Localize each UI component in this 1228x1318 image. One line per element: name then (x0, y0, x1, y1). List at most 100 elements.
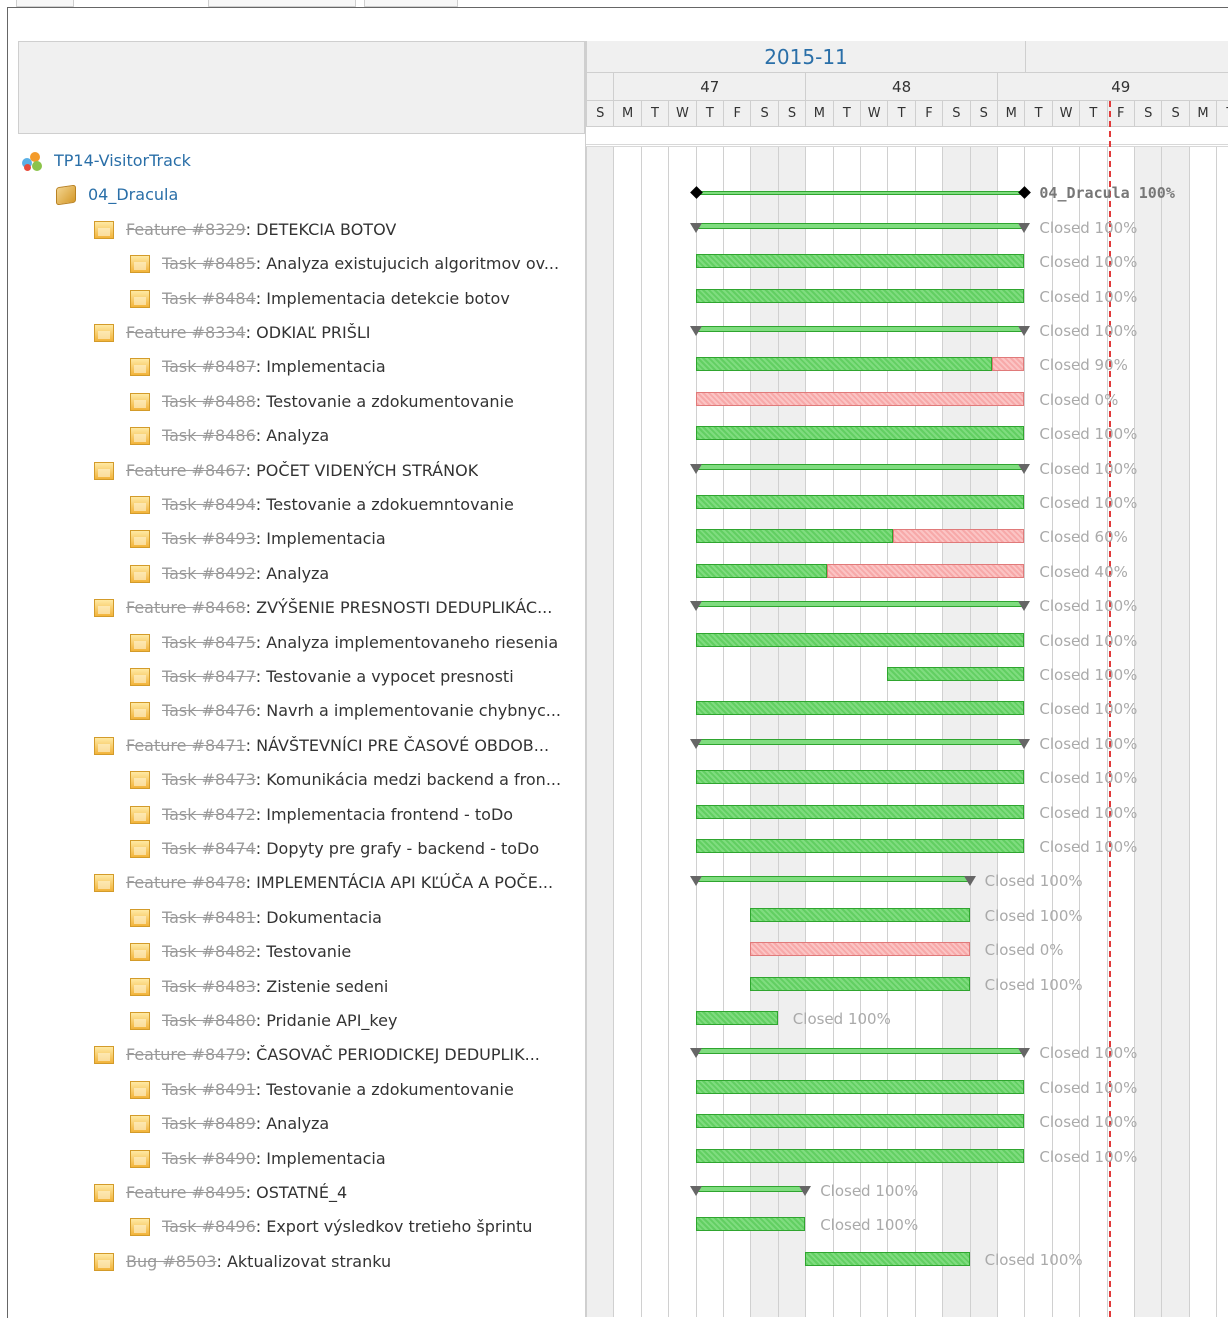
issue-id-link[interactable]: Task #8489 (162, 1114, 256, 1133)
issue-id-link[interactable]: Task #8481 (162, 908, 256, 927)
tab-stub[interactable] (208, 0, 356, 7)
task-row[interactable]: Task #8496: Export výsledkov tretieho šp… (18, 1210, 585, 1244)
version-bar[interactable] (695, 191, 1025, 196)
issue-id-link[interactable]: Task #8475 (162, 633, 256, 652)
issue-id-link[interactable]: Task #8477 (162, 667, 256, 686)
task-bar-done[interactable] (695, 357, 992, 372)
issue-id-link[interactable]: Feature #8479 (126, 1045, 246, 1064)
issue-id-link[interactable]: Task #8486 (162, 426, 256, 445)
parent-bar[interactable] (695, 876, 970, 883)
issue-id-link[interactable]: Task #8492 (162, 564, 256, 583)
issue-id-link[interactable]: Task #8485 (162, 254, 256, 273)
issue-id-link[interactable]: Feature #8334 (126, 323, 246, 342)
task-row[interactable]: Task #8486: Analyza (18, 419, 585, 453)
tab-stub[interactable] (364, 0, 458, 7)
task-bar-done[interactable] (695, 839, 1025, 853)
issue-id-link[interactable]: Feature #8468 (126, 598, 246, 617)
issue-id-link[interactable]: Task #8494 (162, 495, 256, 514)
issue-id-link[interactable]: Bug #8503 (126, 1252, 216, 1271)
version-link[interactable]: 04_Dracula (88, 185, 178, 204)
issue-id-link[interactable]: Task #8491 (162, 1080, 256, 1099)
issue-id-link[interactable]: Task #8490 (162, 1149, 256, 1168)
task-bar-remaining[interactable] (991, 357, 1025, 372)
parent-bar[interactable] (695, 738, 1025, 745)
tab-stub[interactable] (16, 0, 74, 7)
task-bar-done[interactable] (695, 529, 893, 544)
parent-bar[interactable] (695, 463, 1025, 470)
issue-id-link[interactable]: Task #8493 (162, 529, 256, 548)
task-row[interactable]: Task #8487: Implementacia (18, 350, 585, 384)
task-row[interactable]: Task #8489: Analyza (18, 1107, 585, 1141)
issue-id-link[interactable]: Task #8480 (162, 1011, 256, 1030)
feature-row[interactable]: Bug #8503: Aktualizovat stranku (18, 1245, 585, 1279)
project-link[interactable]: TP14-VisitorTrack (54, 151, 191, 170)
task-bar-remaining[interactable] (892, 529, 1025, 544)
task-bar-done[interactable] (695, 1114, 1025, 1129)
issue-id-link[interactable]: Feature #8471 (126, 736, 246, 755)
task-row[interactable]: Task #8494: Testovanie a zdokuemntovanie (18, 488, 585, 522)
task-row[interactable]: Task #8483: Zistenie sedeni (18, 970, 585, 1004)
parent-bar[interactable] (695, 222, 1025, 229)
task-row[interactable]: Task #8484: Implementacia detekcie botov (18, 282, 585, 316)
task-row[interactable]: Task #8475: Analyza implementovaneho rie… (18, 626, 585, 660)
task-bar-done[interactable] (695, 1148, 1025, 1163)
issue-id-link[interactable]: Task #8484 (162, 289, 256, 308)
task-bar-done[interactable] (695, 495, 1025, 509)
parent-bar[interactable] (695, 1186, 806, 1192)
issue-id-link[interactable]: Task #8483 (162, 977, 256, 996)
task-row[interactable]: Task #8481: Dokumentacia (18, 901, 585, 935)
project-row[interactable]: TP14-VisitorTrack (18, 144, 585, 178)
task-bar-done[interactable] (695, 288, 1025, 303)
issue-id-link[interactable]: Task #8482 (162, 942, 256, 961)
task-row[interactable]: Task #8472: Implementacia frontend - toD… (18, 798, 585, 832)
feature-row[interactable]: Feature #8334: ODKIAĽ PRIŠLI (18, 316, 585, 350)
task-bar-done[interactable] (695, 1079, 1025, 1094)
feature-row[interactable]: Feature #8479: ČASOVAČ PERIODICKEJ DEDUP… (18, 1038, 585, 1072)
task-bar-remaining[interactable] (695, 391, 1025, 406)
task-bar-done[interactable] (695, 563, 828, 578)
issue-id-link[interactable]: Task #8487 (162, 357, 256, 376)
parent-bar[interactable] (695, 601, 1025, 608)
feature-row[interactable]: Feature #8471: NÁVŠTEVNÍCI PRE ČASOVÉ OB… (18, 729, 585, 763)
task-bar-done[interactable] (695, 804, 1025, 819)
parent-bar[interactable] (695, 326, 1025, 332)
task-bar-done[interactable] (750, 907, 970, 922)
task-row[interactable]: Task #8493: Implementacia (18, 522, 585, 556)
issue-id-link[interactable]: Task #8472 (162, 805, 256, 824)
task-row[interactable]: Task #8477: Testovanie a vypocet presnos… (18, 660, 585, 694)
feature-row[interactable]: Feature #8468: ZVÝŠENIE PRESNOSTI DEDUPL… (18, 591, 585, 625)
feature-row[interactable]: Feature #8495: OSTATNÉ_4 (18, 1176, 585, 1210)
task-bar-done[interactable] (695, 701, 1025, 716)
feature-row[interactable]: Feature #8329: DETEKCIA BOTOV (18, 213, 585, 247)
task-row[interactable]: Task #8490: Implementacia (18, 1142, 585, 1176)
task-row[interactable]: Task #8473: Komunikácia medzi backend a … (18, 763, 585, 797)
task-bar-done[interactable] (750, 976, 970, 991)
parent-bar[interactable] (695, 1048, 1025, 1055)
issue-id-link[interactable]: Task #8474 (162, 839, 256, 858)
task-row[interactable]: Task #8491: Testovanie a zdokumentovanie (18, 1073, 585, 1107)
task-row[interactable]: Task #8476: Navrh a implementovanie chyb… (18, 694, 585, 728)
task-bar-done[interactable] (887, 667, 1025, 681)
task-bar-done[interactable] (695, 254, 1025, 269)
issue-id-link[interactable]: Feature #8495 (126, 1183, 246, 1202)
task-bar-done[interactable] (805, 1251, 970, 1266)
issue-id-link[interactable]: Task #8473 (162, 770, 256, 789)
task-bar-done[interactable] (695, 426, 1025, 441)
task-row[interactable]: Task #8480: Pridanie API_key (18, 1004, 585, 1038)
task-bar-done[interactable] (695, 770, 1025, 785)
task-bar-remaining[interactable] (827, 563, 1025, 578)
task-bar-done[interactable] (695, 1011, 778, 1025)
task-bar-remaining[interactable] (750, 942, 970, 957)
feature-row[interactable]: Feature #8478: IMPLEMENTÁCIA API KĽÚČA A… (18, 866, 585, 900)
task-row[interactable]: Task #8485: Analyza existujucich algorit… (18, 247, 585, 281)
issue-id-link[interactable]: Task #8496 (162, 1217, 256, 1236)
issue-id-link[interactable]: Feature #8478 (126, 873, 246, 892)
task-bar-done[interactable] (695, 632, 1025, 647)
task-row[interactable]: Task #8488: Testovanie a zdokumentovanie (18, 385, 585, 419)
task-bar-done[interactable] (695, 1217, 806, 1232)
issue-id-link[interactable]: Task #8488 (162, 392, 256, 411)
task-row[interactable]: Task #8474: Dopyty pre grafy - backend -… (18, 832, 585, 866)
task-row[interactable]: Task #8492: Analyza (18, 557, 585, 591)
issue-id-link[interactable]: Feature #8467 (126, 461, 246, 480)
issue-id-link[interactable]: Task #8476 (162, 701, 256, 720)
